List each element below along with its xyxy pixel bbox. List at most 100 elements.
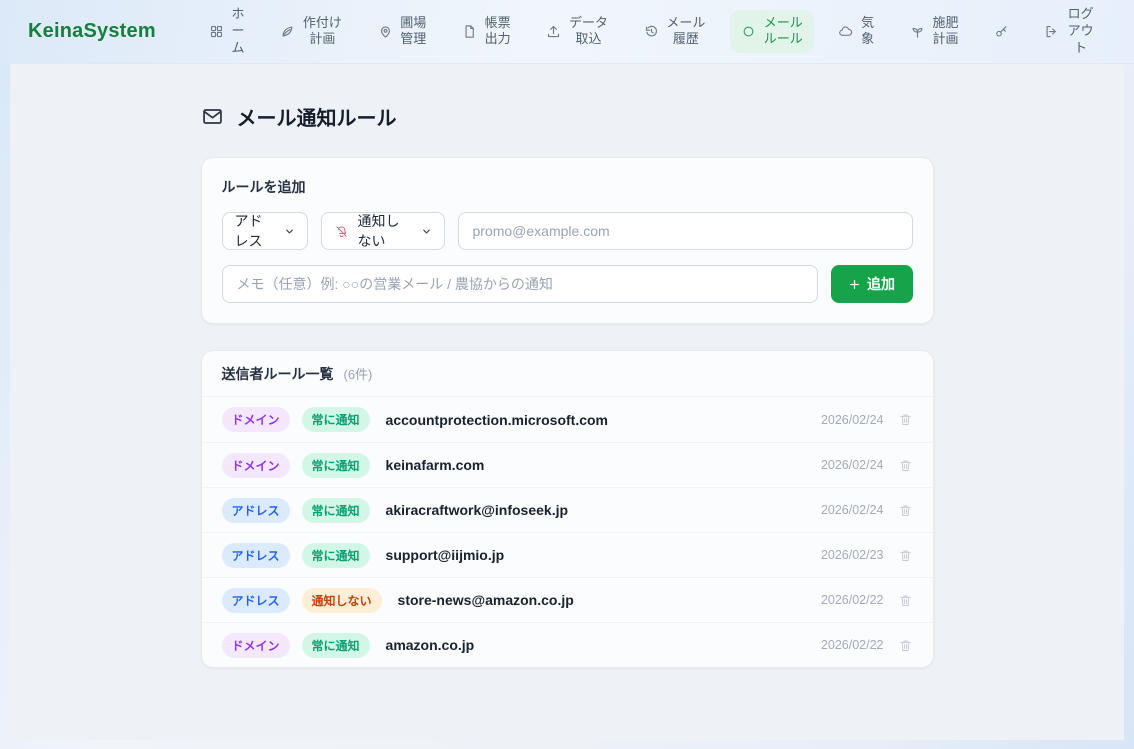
rule-value: store-news@amazon.co.jp [398,592,574,608]
rule-action-badge: 常に通知 [302,543,370,568]
rule-date: 2026/02/24 [821,458,884,472]
rule-type-badge: ドメイン [222,453,290,478]
rule-value: keinafarm.com [386,457,485,473]
rule-type-badge: ドメイン [222,633,290,658]
rule-value: accountprotection.microsoft.com [386,412,608,428]
rule-memo-input[interactable] [222,265,818,303]
rules-list-title: 送信者ルール一覧 [222,364,334,384]
trash-icon [898,638,913,653]
rule-value: akiracraftwork@infoseek.jp [386,502,569,518]
rule-row: アドレス 常に通知 support@iijmio.jp 2026/02/23 [202,532,933,577]
rules-list-header: 送信者ルール一覧 (6件) [202,351,933,397]
add-rule-button-label: 追加 [867,274,895,294]
nav-item-label: ホーム [231,6,245,57]
logout-icon [1044,24,1059,39]
add-rule-button[interactable]: 追加 [831,265,913,303]
page-title: メール通知ルール [237,102,397,131]
chevron-down-icon [421,226,432,237]
rule-date: 2026/02/22 [821,593,884,607]
trash-icon [898,548,913,563]
trash-icon [898,503,913,518]
nav-item[interactable]: ホーム [198,1,256,62]
delete-rule-button[interactable] [898,548,913,563]
nav-item[interactable]: メールルール [730,10,814,54]
plus-icon [848,278,861,291]
trash-icon [898,412,913,427]
nav-item[interactable]: 施肥計画 [899,10,970,54]
rule-row: アドレス 常に通知 akiracraftwork@infoseek.jp 202… [202,487,933,532]
delete-rule-button[interactable] [898,638,913,653]
main-area: メール通知ルール ルールを追加 アドレス 通知しない [10,64,1124,740]
rule-date: 2026/02/24 [821,503,884,517]
nav-item-label: 作付け計画 [302,15,342,49]
rule-row: ドメイン 常に通知 amazon.co.jp 2026/02/22 [202,622,933,667]
history-icon [644,24,659,39]
rule-type-badge: アドレス [222,588,290,613]
rule-type-badge: アドレス [222,498,290,523]
page-header: メール通知ルール [201,102,934,131]
delete-rule-button[interactable] [898,593,913,608]
nav-item[interactable]: メール履歴 [633,10,717,54]
nav-item[interactable]: ログアウト [1033,1,1106,62]
nav-item-label: ログアウト [1066,6,1095,57]
rule-type-badge: アドレス [222,543,290,568]
rule-action-badge: 常に通知 [302,633,370,658]
rule-action-badge: 常に通知 [302,453,370,478]
nav-item[interactable]: データ取込 [535,10,619,54]
rule-row: ドメイン 常に通知 accountprotection.microsoft.co… [202,397,933,442]
rules-list-count: (6件) [344,364,373,383]
nav-item[interactable]: 作付け計画 [269,10,353,54]
nav-item[interactable] [983,19,1020,44]
filter-circle-icon [741,24,756,39]
rule-row: ドメイン 常に通知 keinafarm.com 2026/02/24 [202,442,933,487]
nav-item-label: データ取込 [568,15,608,49]
delete-rule-button[interactable] [898,412,913,427]
nav-item[interactable]: 圃場管理 [367,10,438,54]
rule-date: 2026/02/23 [821,548,884,562]
add-rule-row-1: アドレス 通知しない [222,212,913,250]
upload-icon [546,24,561,39]
rule-value: support@iijmio.jp [386,547,505,563]
trash-icon [898,458,913,473]
rules-list-card: 送信者ルール一覧 (6件) ドメイン 常に通知 accountprotectio… [201,350,934,668]
nav-item-label: メールルール [763,15,803,49]
rule-type-select[interactable]: アドレス [222,212,308,250]
delete-rule-button[interactable] [898,503,913,518]
rule-action-selected-value: 通知しない [358,211,412,251]
rule-action-badge: 常に通知 [302,498,370,523]
app-logo: KeinaSystem [28,20,156,43]
grid-icon [209,24,224,39]
rule-action-badge: 通知しない [302,588,382,613]
nav-item-label: 施肥計画 [932,15,959,49]
add-rule-row-2: 追加 [222,265,913,303]
rule-row: アドレス 通知しない store-news@amazon.co.jp 2026/… [202,577,933,622]
chevron-down-icon [284,226,295,237]
bell-off-icon [334,224,349,239]
rule-date: 2026/02/24 [821,413,884,427]
nav-item-label: 帳票出力 [484,15,511,49]
map-pin-icon [378,24,393,39]
document-icon [462,24,477,39]
nav-item[interactable]: 帳票出力 [451,10,522,54]
rules-list-body: ドメイン 常に通知 accountprotection.microsoft.co… [202,397,933,667]
top-navbar: KeinaSystem ホーム 作付け計画 圃場管理 帳票出力 データ取込 メー… [0,0,1134,64]
nav-items: ホーム 作付け計画 圃場管理 帳票出力 データ取込 メール履歴 メールルール 気… [198,1,1106,62]
add-rule-card: ルールを追加 アドレス 通知しない [201,157,934,324]
rule-type-selected-value: アドレス [235,211,275,251]
trash-icon [898,593,913,608]
nav-item-label: メール履歴 [666,15,706,49]
sprout-icon [280,24,295,39]
rule-type-badge: ドメイン [222,407,290,432]
rule-value: amazon.co.jp [386,637,475,653]
nav-item-label: 圃場管理 [400,15,427,49]
mail-icon [201,105,224,128]
nav-item[interactable]: 気象 [827,10,885,54]
rule-date: 2026/02/22 [821,638,884,652]
rule-action-select[interactable]: 通知しない [321,212,445,250]
key-icon [994,24,1009,39]
plant-icon [910,24,925,39]
cloud-icon [838,24,853,39]
rule-target-input[interactable] [458,212,913,250]
delete-rule-button[interactable] [898,458,913,473]
add-rule-heading: ルールを追加 [222,177,913,197]
